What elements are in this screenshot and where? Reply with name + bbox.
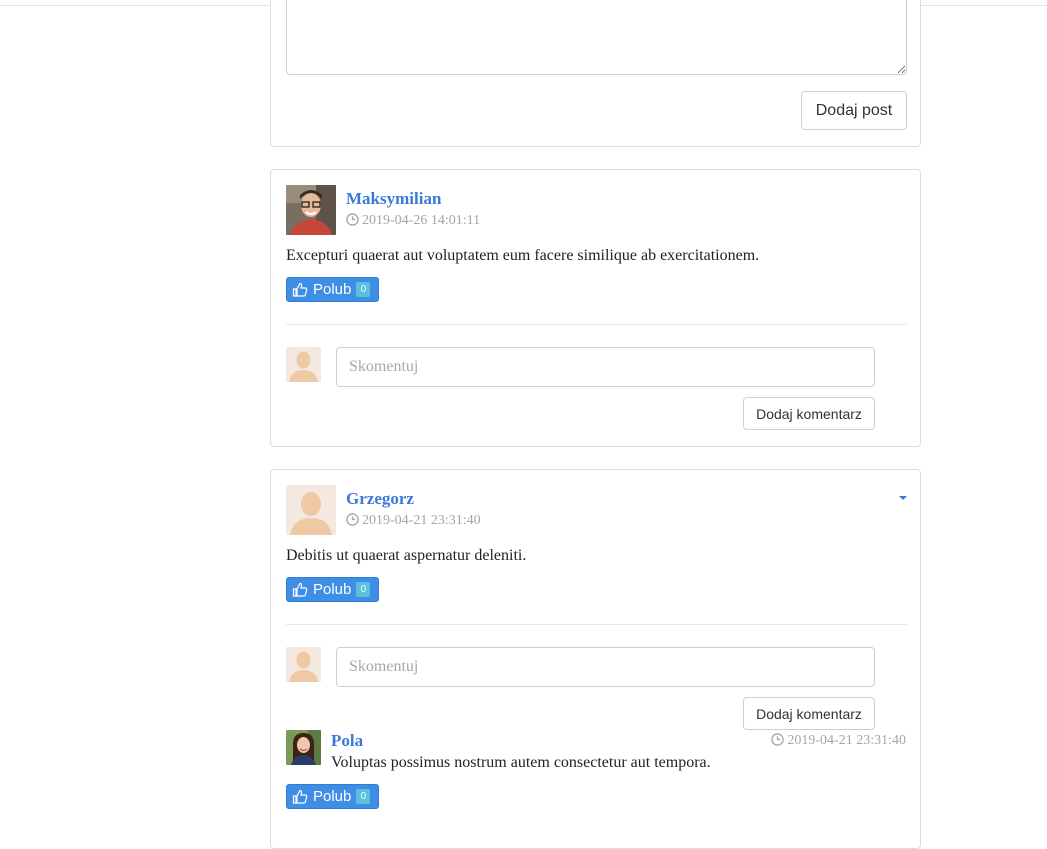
like-button[interactable]: Polub 0	[286, 577, 379, 602]
comment-author-link[interactable]: Pola	[331, 731, 363, 751]
like-count-badge: 0	[356, 789, 371, 804]
comment-body: Voluptas possimus nostrum autem consecte…	[331, 754, 711, 771]
post-timestamp: 2019-04-21 23:31:40	[346, 513, 481, 531]
clock-icon	[346, 213, 359, 231]
comment-timestamp: 2019-04-21 23:31:40	[771, 733, 906, 751]
divider	[286, 324, 907, 325]
caret-down-icon[interactable]	[899, 496, 907, 500]
post-card: Maksymilian 2019-04-26 14:01:11 Exceptur…	[270, 169, 921, 447]
avatar-placeholder-icon[interactable]	[286, 485, 336, 535]
like-label: Polub	[313, 281, 352, 298]
like-count-badge: 0	[356, 282, 371, 297]
add-comment-button[interactable]: Dodaj komentarz	[743, 397, 875, 430]
thumbs-up-icon	[292, 582, 308, 598]
timestamp-text: 2019-04-21 23:31:40	[362, 513, 481, 528]
post-body: Debitis ut quaerat aspernatur deleniti.	[286, 547, 527, 564]
thumbs-up-icon	[292, 282, 308, 298]
timestamp-text: 2019-04-26 14:01:11	[362, 213, 481, 228]
comment-author-avatar[interactable]	[286, 730, 321, 765]
like-label: Polub	[313, 581, 352, 598]
new-post-textarea[interactable]	[286, 0, 907, 75]
avatar-placeholder-icon	[286, 647, 321, 682]
thumbs-up-icon	[292, 789, 308, 805]
author-avatar[interactable]	[286, 185, 336, 235]
divider	[286, 624, 907, 625]
clock-icon	[346, 513, 359, 531]
add-post-button[interactable]: Dodaj post	[801, 91, 907, 130]
post-card: Grzegorz 2019-04-21 23:31:40 Debitis ut …	[270, 469, 921, 849]
comment-input[interactable]	[336, 347, 875, 387]
like-button[interactable]: Polub 0	[286, 277, 379, 302]
like-label: Polub	[313, 788, 352, 805]
clock-icon	[771, 733, 785, 751]
author-name-link[interactable]: Maksymilian	[346, 189, 441, 209]
comment-input[interactable]	[336, 647, 875, 687]
timestamp-text: 2019-04-21 23:31:40	[787, 733, 906, 748]
author-name-link[interactable]: Grzegorz	[346, 489, 414, 509]
like-count-badge: 0	[356, 582, 371, 597]
add-comment-button[interactable]: Dodaj komentarz	[743, 697, 875, 730]
avatar-placeholder-icon	[286, 347, 321, 382]
new-post-panel: Dodaj post	[270, 0, 921, 147]
post-body: Excepturi quaerat aut voluptatem eum fac…	[286, 247, 760, 264]
post-timestamp: 2019-04-26 14:01:11	[346, 213, 480, 231]
comment-like-button[interactable]: Polub 0	[286, 784, 379, 809]
